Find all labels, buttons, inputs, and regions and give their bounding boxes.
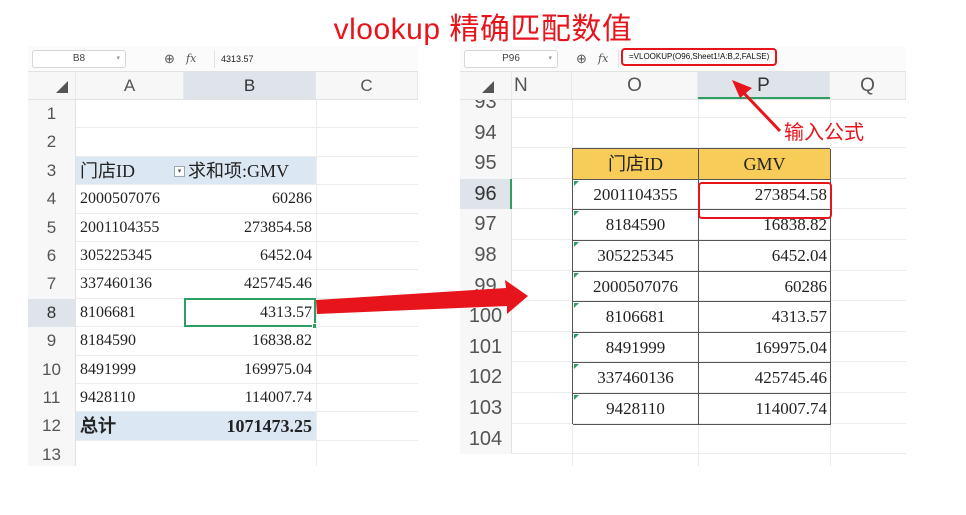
big-arrow-icon (316, 280, 528, 314)
callout-arrow-icon (732, 80, 782, 133)
annotation-arrows (316, 80, 782, 314)
